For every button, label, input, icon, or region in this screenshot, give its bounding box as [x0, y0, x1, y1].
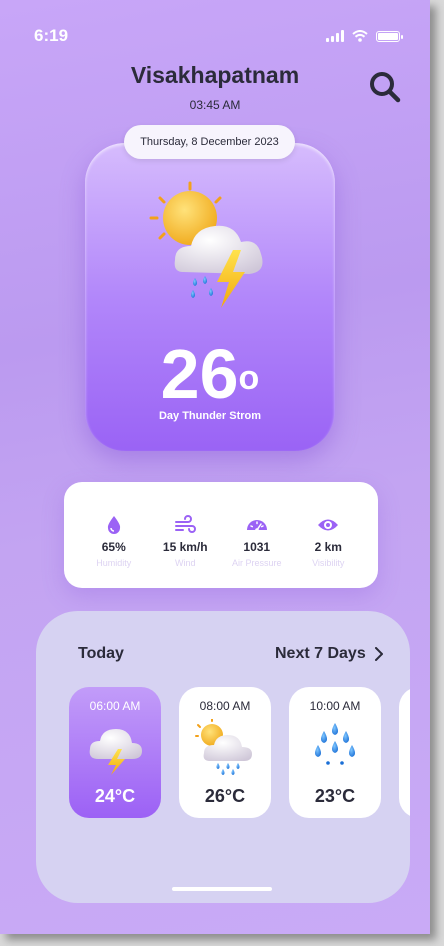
temperature-value: 26 [160, 335, 239, 413]
hour-time: 08:00 AM [199, 699, 251, 713]
hour-card[interactable]: 06:00 AM 24°C [69, 687, 161, 818]
hour-card[interactable]: 10:00 AM 23°C [289, 687, 381, 818]
stat-visibility: 2 km Visibility [293, 514, 363, 568]
pressure-label: Air Pressure [231, 558, 282, 568]
date-pill: Thursday, 8 December 2023 [124, 125, 295, 159]
hour-temp: 24°C [94, 786, 136, 806]
chevron-right-icon [374, 647, 383, 661]
status-icons [326, 30, 403, 42]
cloud-thunder-icon [89, 729, 142, 775]
stat-wind: 15 km/h Wind [150, 514, 220, 568]
current-temperature: 26o [85, 334, 335, 414]
status-time: 6:19 [34, 26, 69, 45]
hour-temp: 23°C [314, 786, 356, 806]
pressure-value: 1031 [243, 540, 271, 554]
hour-time: 06:00 AM [89, 699, 141, 713]
hourly-forecast-list[interactable]: 06:00 AM 24°C 08:00 AM 26°C 10:00 AM 23°… [69, 687, 410, 819]
visibility-value: 2 km [314, 540, 342, 554]
sun-cloud-rain-icon [195, 718, 252, 775]
signal-icon [326, 30, 344, 42]
stat-pressure: 1031 Air Pressure [222, 514, 292, 568]
wind-value: 15 km/h [162, 540, 208, 554]
app-screen: 6:19 Visakhapatnam 03:45 AM Thursday, 8 … [0, 0, 430, 934]
stat-humidity: 65% Humidity [79, 514, 149, 568]
hour-temp: 26°C [204, 786, 246, 806]
home-indicator[interactable] [172, 887, 272, 891]
condition-text: Day Thunder Strom [158, 410, 262, 422]
wifi-icon [352, 30, 368, 42]
search-icon[interactable] [368, 70, 402, 104]
weather-stats-card: 65% Humidity 15 km/h Wind 1031 Air Press… [64, 482, 378, 588]
next-7-days-label: Next 7 Days [275, 645, 366, 662]
status-bar: 6:19 [34, 26, 403, 46]
visibility-label: Visibility [312, 558, 345, 568]
hour-time: 10:00 AM [309, 699, 361, 713]
hour-card[interactable]: 08:00 AM 26°C [179, 687, 271, 818]
local-time: 03:45 AM [189, 98, 241, 112]
tab-today[interactable]: Today [78, 645, 124, 663]
hour-card-partial[interactable] [399, 687, 410, 818]
next-7-days-link[interactable]: Next 7 Days [275, 645, 384, 663]
gauge-icon [246, 520, 267, 532]
city-title: Visakhapatnam [130, 62, 300, 88]
drop-icon [107, 516, 120, 534]
eye-icon [318, 519, 339, 531]
sun-cloud-thunder-rain-icon [149, 181, 263, 308]
wind-label: Wind [174, 558, 196, 568]
humidity-label: Humidity [96, 558, 132, 568]
wind-icon [175, 515, 197, 533]
rain-drops-icon [315, 723, 355, 765]
humidity-value: 65% [101, 540, 126, 554]
battery-icon [376, 30, 403, 42]
degree-symbol: o [238, 359, 260, 397]
